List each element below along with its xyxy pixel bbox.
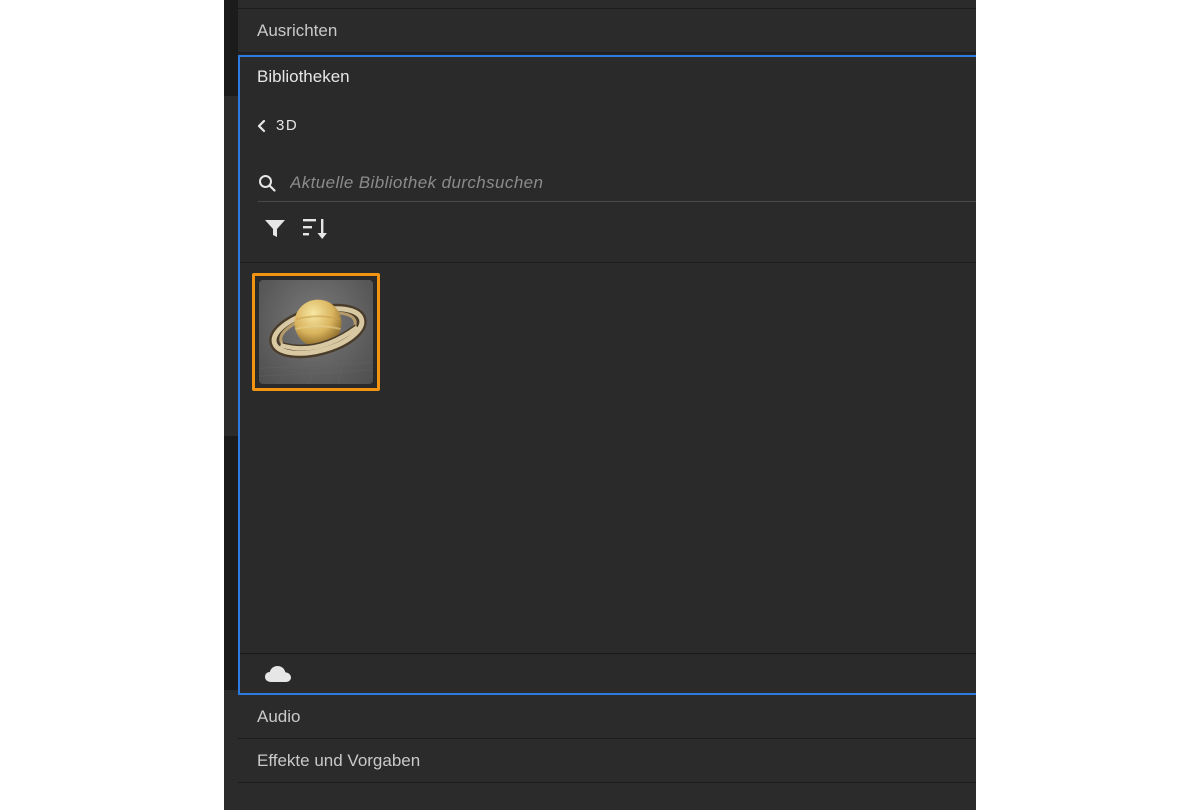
panel-footer [240, 653, 976, 693]
toolbar [264, 217, 344, 241]
asset-tile-planet[interactable] [252, 273, 380, 391]
panel-title: Bibliotheken [257, 67, 350, 86]
filter-button[interactable] [264, 219, 286, 239]
search-icon [259, 175, 276, 192]
panel-header-label: Effekte und Vorgaben [257, 750, 421, 770]
panel-header-label: Audio [257, 706, 301, 726]
filter-icon [265, 220, 285, 237]
strip-segment [224, 690, 238, 810]
planet-thumbnail [259, 280, 373, 384]
panel-header-audio[interactable]: Audio [238, 695, 976, 739]
planet-image [259, 299, 373, 384]
breadcrumb-label: 3D [276, 117, 299, 134]
sort-button[interactable] [302, 217, 328, 241]
breadcrumb-back[interactable]: 3D [257, 117, 298, 134]
panel-header-next[interactable] [238, 783, 976, 810]
sort-icon [303, 219, 327, 239]
panel-header-label: Ausrichten [257, 20, 338, 40]
panel-header-ausrichten[interactable]: Ausrichten [238, 9, 976, 53]
search-input[interactable] [288, 172, 892, 194]
strip-segment [224, 96, 238, 436]
divider [240, 262, 976, 263]
top-panel-edge [238, 0, 976, 9]
libraries-panel: Bibliotheken 3D [238, 55, 976, 695]
chevron-left-icon [257, 119, 266, 132]
cloud-icon[interactable] [264, 665, 292, 683]
left-panel-strip [224, 0, 238, 810]
search-bar[interactable] [258, 165, 976, 202]
panel-header-effekte[interactable]: Effekte und Vorgaben [238, 739, 976, 783]
